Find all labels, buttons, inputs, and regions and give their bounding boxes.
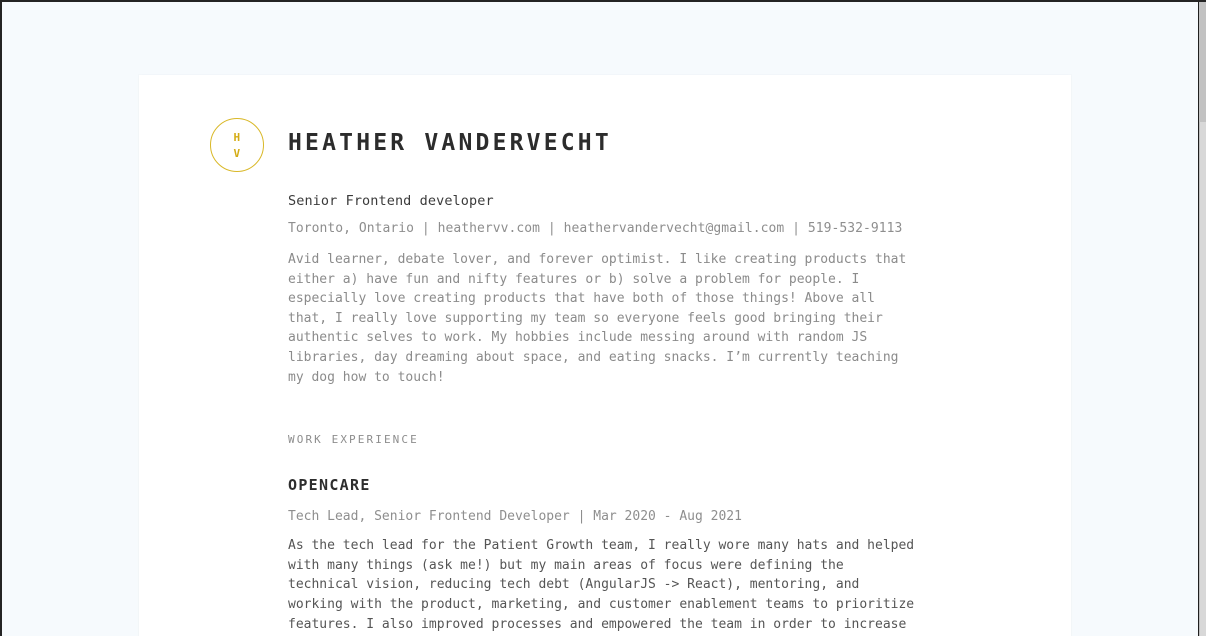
company-name: OPENCARE	[288, 476, 371, 495]
resume-body: Senior Frontend developer Toronto, Ontar…	[210, 192, 1000, 636]
page-title: HEATHER VANDERVECHT	[288, 130, 612, 156]
monogram-initial-first: H	[233, 130, 241, 144]
page-scrollbar[interactable]	[1199, 2, 1206, 636]
resume-page: H V HEATHER VANDERVECHT Senior Frontend …	[139, 75, 1071, 636]
monogram-logo: H V	[210, 118, 264, 172]
scrollbar-gutter	[1192, 2, 1199, 636]
resume-header: H V HEATHER VANDERVECHT	[210, 118, 1000, 180]
contact-line: Toronto, Ontario | heathervv.com | heath…	[288, 221, 903, 236]
monogram-initial-last: V	[233, 146, 241, 160]
resume-content: H V HEATHER VANDERVECHT Senior Frontend …	[210, 118, 1000, 636]
section-label-work-experience: WORK EXPERIENCE	[288, 433, 419, 447]
bio-paragraph: Avid learner, debate lover, and forever …	[288, 252, 907, 385]
browser-viewport: H V HEATHER VANDERVECHT Senior Frontend …	[0, 0, 1206, 636]
job-description: As the tech lead for the Patient Growth …	[288, 538, 915, 632]
role-and-dates: Tech Lead, Senior Frontend Developer | M…	[288, 509, 742, 525]
scrollbar-thumb[interactable]	[1199, 2, 1206, 122]
professional-title: Senior Frontend developer	[288, 193, 494, 209]
